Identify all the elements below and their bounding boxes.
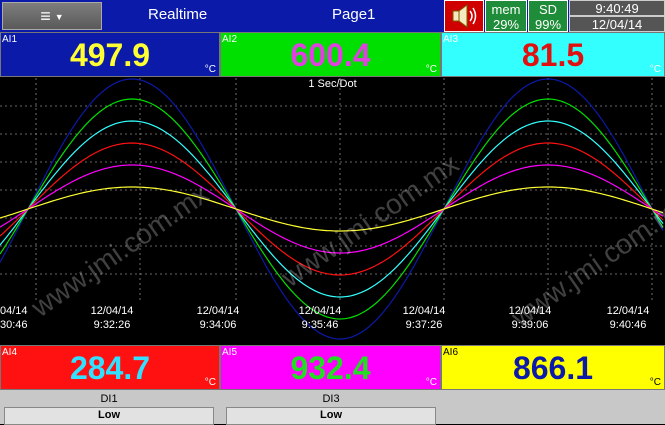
channel-unit: °C [204, 64, 216, 75]
channel-unit: °C [204, 377, 216, 388]
channel-panel-ai5[interactable]: AI5 932.4 °C [220, 345, 441, 390]
menu-button[interactable]: ≡ ▼ [2, 2, 102, 30]
watermark-text: www.jmi.com.mx [25, 178, 214, 324]
trend-chart[interactable]: www.jmi.com.mx www.jmi.com.mx www.jmi.com.… [0, 78, 665, 343]
time-tick-date: 12/04/14 [299, 305, 342, 317]
sd-label: SD [538, 2, 558, 17]
di-label: DI3 [322, 393, 340, 405]
speaker-icon [452, 4, 477, 28]
chevron-down-icon: ▼ [54, 12, 64, 22]
time-tick-time: 9:39:06 [512, 319, 549, 331]
memory-label: mem [491, 2, 521, 17]
sd-status: SD 99% [528, 0, 568, 32]
channel-unit: °C [649, 64, 661, 75]
time-tick-date: 04/14 [0, 305, 28, 317]
di-label: DI1 [100, 393, 118, 405]
channel-value: 284.7 [69, 350, 151, 386]
chart-speed-label: 1 Sec/Dot [308, 78, 357, 90]
channel-panel-ai3[interactable]: AI3 81.5 °C [441, 32, 665, 77]
channel-value: 600.4 [290, 37, 371, 73]
time-tick-time: 9:34:06 [200, 319, 237, 331]
channel-value: 81.5 [521, 37, 585, 73]
time-tick-time: 9:40:46 [610, 319, 647, 331]
digital-input-di1[interactable]: DI1 Low [2, 391, 216, 425]
time-tick-time: 9:32:26 [94, 319, 131, 331]
channel-value: 497.9 [69, 37, 151, 73]
memory-status: mem 29% [485, 0, 527, 32]
channel-unit: °C [425, 64, 437, 75]
memory-value: 29% [492, 17, 520, 32]
channel-panel-ai4[interactable]: AI4 284.7 °C [0, 345, 220, 390]
time-tick-time: 9:37:26 [406, 319, 443, 331]
page-label[interactable]: Page1 [332, 6, 375, 23]
time-tick-date: 12/04/14 [197, 305, 240, 317]
di-value: Low [226, 407, 436, 425]
trace-line [0, 186, 664, 232]
alarm-button[interactable] [444, 0, 484, 32]
channel-panel-ai2[interactable]: AI2 600.4 °C [220, 32, 441, 77]
clock-time: 9:40:49 [569, 0, 665, 16]
sd-value: 99% [534, 17, 562, 32]
channel-unit: °C [425, 377, 437, 388]
time-tick-date: 12/04/14 [403, 305, 446, 317]
channel-panel-ai1[interactable]: AI1 497.9 °C [0, 32, 220, 77]
channel-value: 932.4 [290, 350, 371, 386]
time-tick-date: 12/04/14 [91, 305, 134, 317]
time-tick-date: 12/04/14 [607, 305, 650, 317]
time-tick-date: 12/04/14 [509, 305, 552, 317]
hamburger-menu-icon: ≡ [40, 5, 51, 26]
time-tick-time: 30:46 [0, 319, 28, 331]
time-tick-time: 9:35:46 [302, 319, 339, 331]
screen-title: Realtime [148, 6, 208, 23]
channel-panel-ai6[interactable]: AI6 866.1 °C [441, 345, 665, 390]
channel-value: 866.1 [512, 350, 594, 386]
channel-unit: °C [649, 377, 661, 388]
di-value: Low [4, 407, 214, 425]
clock-date: 12/04/14 [569, 16, 665, 32]
digital-input-di3[interactable]: DI3 Low [224, 391, 438, 425]
